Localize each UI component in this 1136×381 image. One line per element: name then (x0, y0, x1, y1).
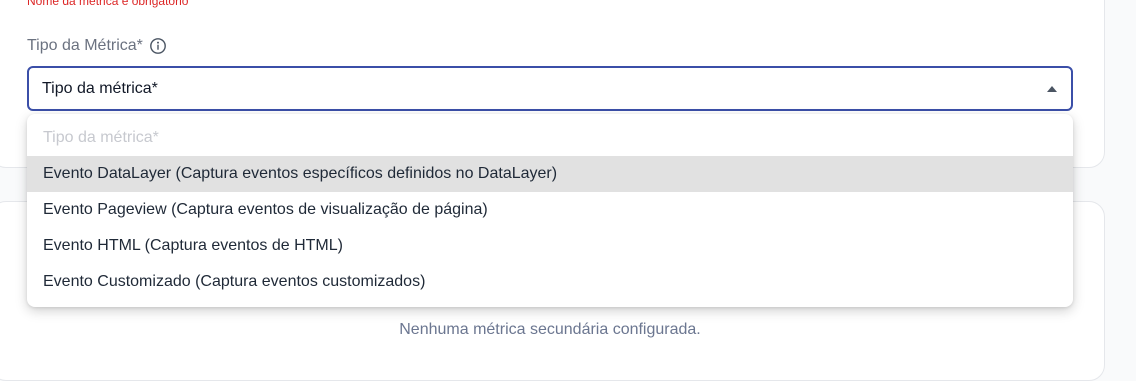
dropdown-placeholder-option: Tipo da métrica* (43, 129, 159, 146)
metric-type-label-text: Tipo da Métrica* (27, 37, 143, 54)
metric-type-dropdown-menu: Tipo da métrica* Evento DataLayer (Captu… (27, 114, 1073, 307)
option-pageview-event[interactable]: Evento Pageview (Captura eventos de visu… (27, 192, 1073, 228)
page-background-strip (1105, 0, 1136, 348)
metric-type-label: Tipo da Métrica* (27, 36, 167, 56)
caret-up-icon (1047, 86, 1057, 92)
metric-type-select-value: Tipo da métrica* (42, 79, 158, 97)
option-custom-event[interactable]: Evento Customizado (Captura eventos cust… (27, 264, 1073, 300)
option-html-event[interactable]: Evento HTML (Captura eventos de HTML) (27, 228, 1073, 264)
info-circle-icon[interactable] (149, 37, 167, 55)
metric-type-select[interactable]: Tipo da métrica* (27, 66, 1073, 111)
metric-name-error-message: Nome da métrica é obrigatório (27, 0, 189, 8)
secondary-metrics-empty-message: Nenhuma métrica secundária configurada. (399, 321, 701, 338)
option-datalayer-event[interactable]: Evento DataLayer (Captura eventos especí… (27, 156, 1073, 192)
